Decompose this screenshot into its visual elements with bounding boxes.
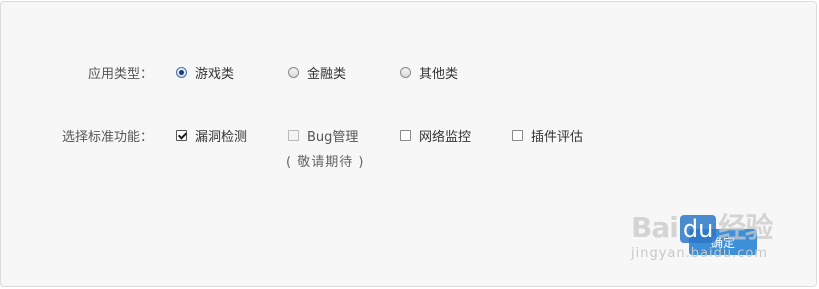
coming-soon-note: ( 敬请期待 ) <box>286 155 365 170</box>
radio-unchecked-icon[interactable] <box>288 67 299 78</box>
watermark-brand-left: Bai <box>631 211 679 244</box>
confirm-button[interactable]: 确定 <box>689 229 757 255</box>
radio-checked-icon[interactable] <box>176 67 187 78</box>
checkbox-unchecked-icon[interactable] <box>400 130 411 141</box>
checkbox-checked-icon[interactable] <box>176 130 187 141</box>
checkbox-bug-management-label: Bug管理 <box>307 130 359 145</box>
checkbox-plugin-eval[interactable]: 插件评估 <box>512 126 583 145</box>
checkbox-unchecked-icon[interactable] <box>512 130 523 141</box>
radio-other-label: 其他类 <box>419 67 459 82</box>
radio-game[interactable]: 游戏类 <box>176 63 234 82</box>
app-type-label: 应用类型： <box>87 67 153 82</box>
checkbox-vuln-detect[interactable]: 漏洞检测 <box>176 126 247 145</box>
checkbox-vuln-detect-label: 漏洞检测 <box>195 130 248 145</box>
radio-finance[interactable]: 金融类 <box>288 63 346 82</box>
radio-finance-label: 金融类 <box>307 67 347 82</box>
radio-unchecked-icon[interactable] <box>400 67 411 78</box>
radio-game-label: 游戏类 <box>195 67 235 82</box>
checkbox-network-monitor[interactable]: 网络监控 <box>400 126 471 145</box>
checkbox-disabled-icon <box>288 130 299 141</box>
checkbox-network-monitor-label: 网络监控 <box>419 130 472 145</box>
checkbox-plugin-eval-label: 插件评估 <box>531 130 584 145</box>
checkbox-bug-management: Bug管理 <box>288 126 358 145</box>
settings-panel: 应用类型： 游戏类 金融类 其他类 选择标准功能： 漏洞检测 Bug管理 ( 敬… <box>0 1 817 287</box>
radio-other[interactable]: 其他类 <box>400 63 458 82</box>
features-label: 选择标准功能： <box>61 130 153 145</box>
